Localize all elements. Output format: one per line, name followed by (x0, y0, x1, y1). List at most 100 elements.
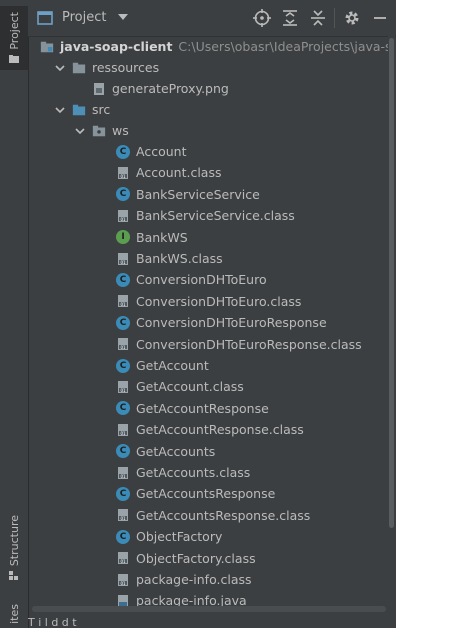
tree-item-label: GetAccountsResponse.class (136, 507, 311, 523)
class-file-icon: 01 (118, 295, 128, 308)
tree-item-label: package-info.class (136, 572, 252, 587)
tree-item[interactable]: 01 GetAccount.class (116, 376, 388, 397)
class-icon: C (116, 358, 130, 373)
tree-file-generateproxy[interactable]: generateProxy.png (92, 78, 388, 99)
tree-item-label: GetAccountsResponse (136, 486, 276, 502)
folder-icon (72, 62, 86, 73)
class-file-icon: 01 (118, 338, 128, 351)
root-project-path: C:\Users\obasr\IdeaProjects\java-soap (178, 39, 388, 54)
tree-item-label: GetAccountResponse (136, 400, 269, 416)
favorites-tab-label: ites (7, 604, 21, 624)
root-project-name: java-soap-client (60, 39, 173, 54)
chevron-down-icon[interactable] (54, 104, 66, 116)
class-icon: C (116, 486, 130, 501)
project-tree: java-soap-client C:\Users\obasr\IdeaProj… (28, 36, 388, 608)
structure-tool-tab[interactable]: Structure (0, 508, 28, 588)
tree-item[interactable]: 01 ObjectFactory.class (116, 548, 388, 569)
svg-text:01: 01 (120, 516, 126, 521)
tree-item[interactable]: 01 Account.class (116, 162, 388, 183)
vertical-scrollbar[interactable] (388, 36, 395, 608)
tree-folder-ressources[interactable]: ressources (54, 57, 388, 78)
tree-item[interactable]: C ConversionDHToEuroResponse (116, 312, 388, 333)
tree-item[interactable]: C ConversionDHToEuro (116, 269, 388, 290)
locate-icon[interactable] (252, 8, 272, 28)
class-file-icon: 01 (118, 509, 128, 522)
class-icon: C (116, 401, 130, 416)
tree-item-label: ConversionDHToEuroResponse.class (136, 336, 362, 352)
tree-item[interactable]: 01 package-info.class (116, 569, 388, 590)
class-icon: C (116, 144, 130, 159)
tree-item-label: GetAccounts.class (136, 465, 251, 480)
svg-text:01: 01 (120, 345, 126, 350)
project-header: Project (28, 0, 396, 37)
structure-icon (9, 570, 18, 580)
tree-item-label: BankWS.class (136, 251, 223, 266)
tree-item[interactable]: C Account (116, 141, 388, 162)
svg-text:01: 01 (120, 388, 126, 393)
class-file-icon: 01 (118, 466, 128, 479)
tree-root-row[interactable]: java-soap-client C:\Users\obasr\IdeaProj… (34, 36, 388, 57)
tree-item-label: BankServiceService (136, 186, 260, 202)
bottom-tool-bar: T i l d d t (28, 616, 77, 628)
svg-text:01: 01 (120, 217, 126, 222)
tree-item-label: BankServiceService.class (136, 208, 295, 224)
dropdown-caret-icon[interactable] (118, 14, 128, 22)
class-file-icon: 01 (118, 209, 128, 222)
tree-item-label: ConversionDHToEuro.class (136, 293, 302, 309)
vertical-scrollbar-thumb[interactable] (389, 38, 394, 528)
class-file-icon: 01 (118, 552, 128, 565)
project-tool-window: Project Structure ites Project java-soap… (0, 0, 396, 628)
tree-item[interactable]: C GetAccount (116, 355, 388, 376)
svg-text:01: 01 (120, 581, 126, 586)
collapse-all-icon[interactable] (308, 8, 328, 28)
tree-item[interactable]: 01 ConversionDHToEuroResponse.class (116, 334, 388, 355)
chevron-down-icon[interactable] (54, 62, 66, 74)
class-icon: C (116, 315, 130, 330)
expand-all-icon[interactable] (280, 8, 300, 28)
tree-item[interactable]: 01 GetAccountResponse.class (116, 419, 388, 440)
tree-item[interactable]: 01 GetAccounts.class (116, 462, 388, 483)
tree-folder-src[interactable]: src (54, 99, 388, 120)
class-file-icon: 01 (118, 573, 128, 586)
source-folder-icon (72, 104, 86, 115)
tree-item[interactable]: C GetAccounts (116, 441, 388, 462)
svg-text:01: 01 (120, 431, 126, 436)
file-label: generateProxy.png (112, 81, 229, 96)
left-tool-strip: Project Structure ites (0, 0, 29, 628)
tree-item[interactable]: 01 GetAccountsResponse.class (116, 505, 388, 526)
tree-item[interactable]: 01 BankWS.class (116, 248, 388, 269)
class-file-icon: 01 (118, 380, 128, 393)
tree-item[interactable]: C GetAccountResponse (116, 398, 388, 419)
svg-text:01: 01 (120, 260, 126, 265)
chevron-down-icon[interactable] (74, 125, 86, 137)
favorites-tool-tab[interactable]: ites (0, 600, 28, 628)
module-folder-icon (40, 41, 54, 52)
tree-item[interactable]: I BankWS (116, 227, 388, 248)
svg-text:01: 01 (120, 474, 126, 479)
tree-item[interactable]: C ObjectFactory (116, 526, 388, 547)
svg-text:01: 01 (120, 302, 126, 307)
tree-item-label: GetAccountResponse.class (136, 422, 304, 438)
folder-label: ressources (92, 60, 160, 75)
folder-icon (9, 54, 19, 63)
tree-item-label: ObjectFactory.class (136, 550, 256, 566)
tree-folder-ws[interactable]: ws (74, 120, 388, 141)
image-file-icon (94, 82, 104, 95)
class-icon: C (116, 444, 130, 459)
project-view-title[interactable]: Project (62, 10, 106, 25)
tree-item[interactable]: C BankServiceService (116, 184, 388, 205)
tree-item[interactable]: 01 BankServiceService.class (116, 205, 388, 226)
tree-item-label: GetAccount.class (136, 379, 244, 395)
minimize-icon[interactable] (370, 8, 390, 28)
project-tool-tab[interactable]: Project (0, 6, 28, 70)
gear-icon[interactable] (342, 8, 362, 28)
tree-item-label: GetAccounts (136, 443, 216, 459)
tree-item[interactable]: C GetAccountsResponse (116, 483, 388, 504)
horizontal-scrollbar[interactable] (32, 606, 386, 612)
class-icon: C (116, 529, 130, 544)
tree-item-label: GetAccount (136, 358, 209, 373)
tree-item[interactable]: 01 ConversionDHToEuro.class (116, 291, 388, 312)
package-folder-icon (92, 125, 106, 136)
project-view-icon[interactable] (36, 9, 54, 27)
folder-label: src (92, 102, 111, 117)
